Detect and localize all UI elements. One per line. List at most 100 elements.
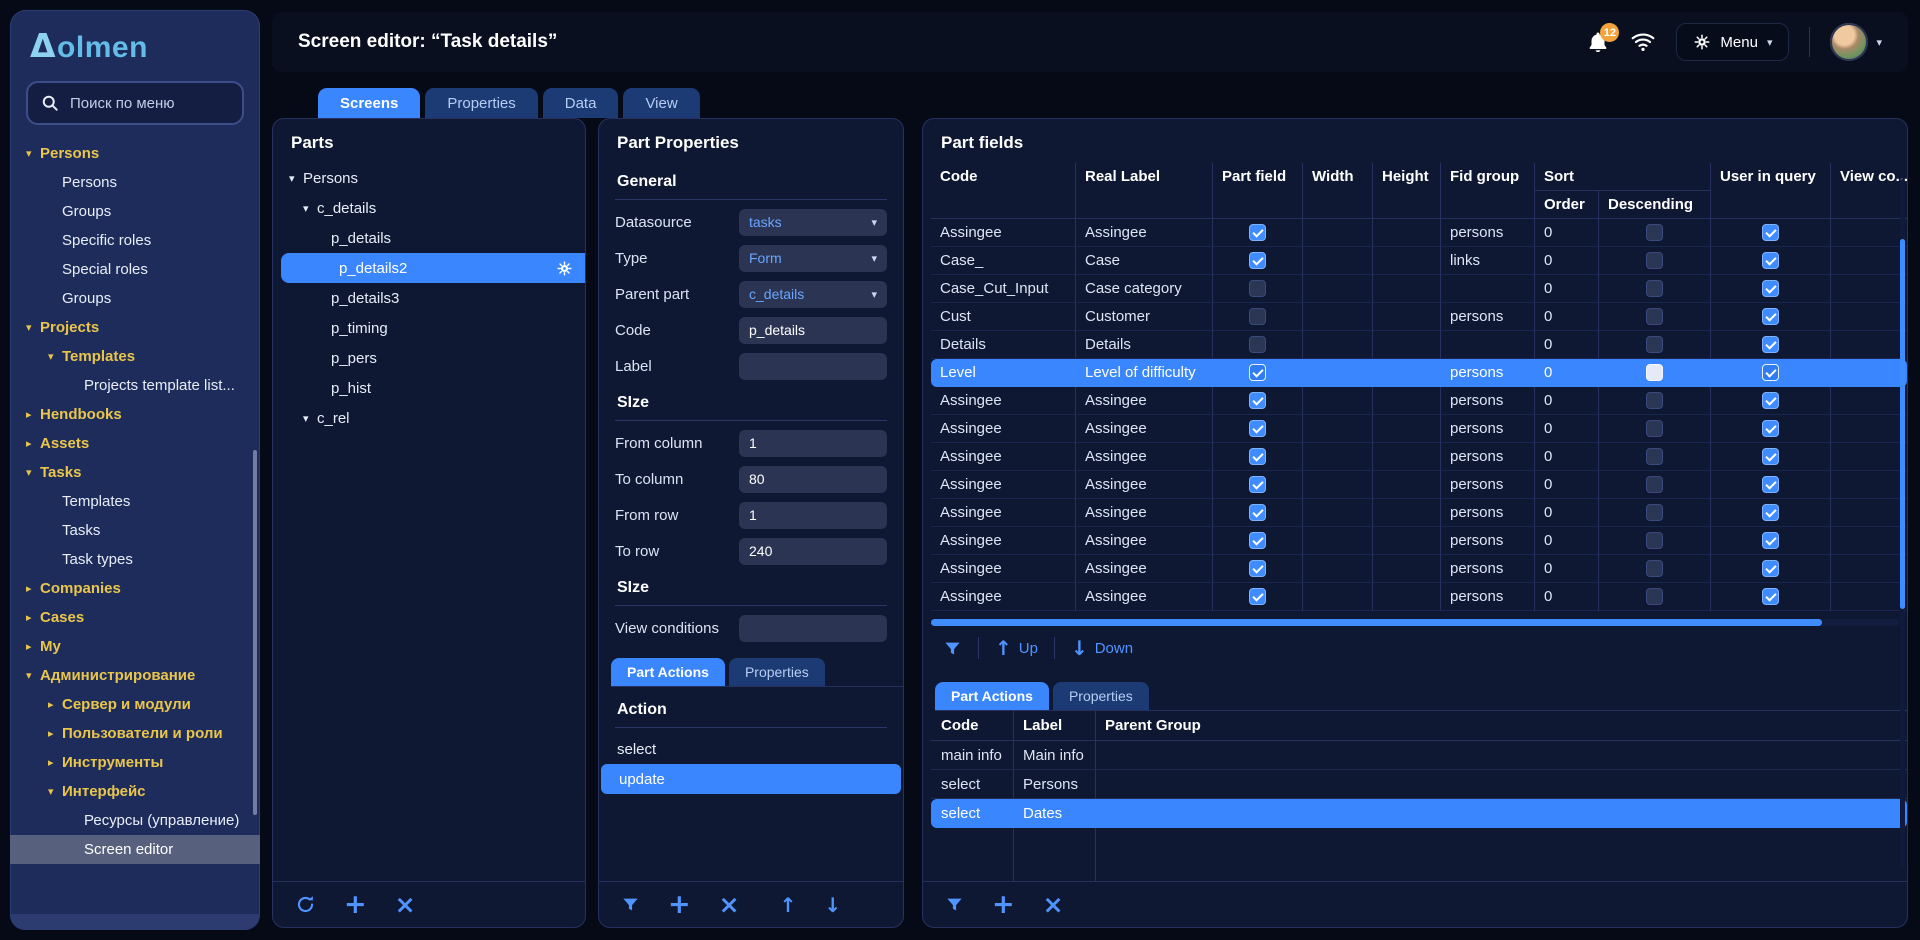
sidebar-item[interactable]: ▸ Инструменты (10, 748, 260, 777)
part-action-row[interactable]: select Persons (931, 770, 1907, 799)
descending-checkbox[interactable] (1646, 560, 1663, 578)
part-field-checkbox[interactable] (1249, 476, 1266, 494)
parts-tree-item[interactable]: ▾ c_details (273, 193, 585, 223)
refresh-icon[interactable] (295, 894, 316, 915)
parent-part-select[interactable]: c_details ▾ (739, 280, 887, 308)
descending-checkbox[interactable] (1646, 280, 1663, 298)
delete-icon[interactable]: × (719, 892, 740, 917)
descending-checkbox[interactable] (1646, 392, 1663, 410)
part-field-checkbox[interactable] (1249, 392, 1266, 410)
col-sort-order[interactable]: Order (1535, 191, 1599, 219)
view-conditions-input[interactable] (739, 614, 887, 642)
part-field-checkbox[interactable] (1249, 252, 1266, 270)
sidebar-item[interactable]: Task types (10, 545, 260, 574)
subtab[interactable]: Part Actions (611, 658, 725, 686)
subtab[interactable]: Properties (728, 658, 825, 686)
field-row[interactable]: Assingee Assingee persons 0 (931, 471, 1907, 499)
sidebar-item[interactable]: Specific roles (10, 226, 260, 255)
parts-tree-item[interactable]: p_details (273, 223, 585, 253)
sidebar-item[interactable]: ▸ My (10, 632, 260, 661)
label-input[interactable] (739, 352, 887, 380)
col-part-field[interactable]: Part field (1213, 163, 1303, 219)
user-in-query-checkbox[interactable] (1762, 252, 1779, 270)
parts-tree-item[interactable]: ▾ c_rel (273, 403, 585, 433)
sidebar-scrollbar[interactable] (253, 450, 257, 815)
filter-icon[interactable] (621, 895, 640, 914)
parts-tree-item[interactable]: p_hist (273, 373, 585, 403)
user-in-query-checkbox[interactable] (1762, 224, 1779, 242)
parts-tree-item[interactable]: p_pers (273, 343, 585, 373)
sidebar-item[interactable]: ▾ Templates (10, 342, 260, 371)
user-in-query-checkbox[interactable] (1762, 448, 1779, 466)
subtab[interactable]: Part Actions (935, 682, 1049, 710)
descending-checkbox[interactable] (1646, 420, 1663, 438)
col-user-in-query[interactable]: User in query (1711, 163, 1831, 219)
main-tab[interactable]: View (623, 88, 700, 118)
field-row[interactable]: Assingee Assingee persons 0 (931, 527, 1907, 555)
sidebar-item[interactable]: ▸ Cases (10, 603, 260, 632)
part-action-row[interactable]: main info Main info (931, 741, 1907, 770)
sidebar-item[interactable]: ▸ Companies (10, 574, 260, 603)
horizontal-scrollbar-thumb[interactable] (931, 619, 1822, 626)
user-in-query-checkbox[interactable] (1762, 504, 1779, 522)
field-row[interactable]: Assingee Assingee persons 0 (931, 387, 1907, 415)
sidebar-item[interactable]: ▾ Администрирование (10, 661, 260, 690)
user-in-query-checkbox[interactable] (1762, 476, 1779, 494)
col-height[interactable]: Height (1373, 163, 1441, 219)
vertical-scrollbar-thumb[interactable] (1900, 239, 1905, 609)
field-row[interactable]: Assingee Assingee persons 0 (931, 499, 1907, 527)
move-down-icon[interactable]: ↓ (824, 895, 841, 915)
col-action-code[interactable]: Code (931, 711, 1013, 741)
descending-checkbox[interactable] (1646, 504, 1663, 522)
delete-icon[interactable]: × (1043, 892, 1064, 917)
to-row-input[interactable] (739, 537, 887, 565)
col-fid-group[interactable]: Fid group (1441, 163, 1535, 219)
add-icon[interactable]: + (668, 891, 691, 918)
col-real-label[interactable]: Real Label (1076, 163, 1213, 219)
field-row[interactable]: Assingee Assingee persons 0 (931, 555, 1907, 583)
sidebar-item[interactable]: ▾ Tasks (10, 458, 260, 487)
user-in-query-checkbox[interactable] (1762, 336, 1779, 354)
datasource-select[interactable]: tasks ▾ (739, 208, 887, 236)
descending-checkbox[interactable] (1646, 252, 1663, 270)
sidebar-item[interactable]: Special roles (10, 255, 260, 284)
part-field-checkbox[interactable] (1249, 364, 1266, 382)
sidebar-item[interactable]: Templates (10, 487, 260, 516)
filter-icon[interactable] (945, 895, 964, 914)
part-field-checkbox[interactable] (1249, 448, 1266, 466)
user-in-query-checkbox[interactable] (1762, 364, 1779, 382)
action-item[interactable]: update (601, 764, 901, 794)
user-in-query-checkbox[interactable] (1762, 532, 1779, 550)
part-field-checkbox[interactable] (1249, 224, 1266, 242)
parts-tree-item[interactable]: ▾ Persons (273, 163, 585, 193)
from-row-input[interactable] (739, 501, 887, 529)
filter-icon[interactable] (943, 639, 962, 658)
field-row[interactable]: Case_Cut_Input Case category 0 (931, 275, 1907, 303)
move-up-button[interactable]: ↑ Up (995, 638, 1038, 658)
from-column-input[interactable] (739, 429, 887, 457)
sidebar-item[interactable]: ▾ Persons (10, 139, 260, 168)
user-in-query-checkbox[interactable] (1762, 588, 1779, 606)
add-icon[interactable]: + (992, 891, 1015, 918)
code-input[interactable] (739, 316, 887, 344)
col-view-conditions[interactable]: View co... (1831, 163, 1907, 219)
col-sort-descending[interactable]: Descending (1599, 191, 1711, 219)
menu-button[interactable]: Menu ▾ (1676, 23, 1790, 61)
field-row[interactable]: Details Details 0 (931, 331, 1907, 359)
descending-checkbox[interactable] (1646, 336, 1663, 354)
to-column-input[interactable] (739, 465, 887, 493)
col-sort[interactable]: Sort (1535, 163, 1711, 191)
descending-checkbox[interactable] (1646, 532, 1663, 550)
main-tab[interactable]: Screens (318, 88, 421, 118)
parts-tree-item[interactable]: p_details3 (273, 283, 585, 313)
user-in-query-checkbox[interactable] (1762, 308, 1779, 326)
sidebar-item[interactable]: ▾ Projects (10, 313, 260, 342)
main-tab[interactable]: Data (542, 88, 619, 118)
field-row[interactable]: Assingee Assingee persons 0 (931, 443, 1907, 471)
part-field-checkbox[interactable] (1249, 336, 1266, 354)
delete-icon[interactable]: × (395, 892, 416, 917)
part-field-checkbox[interactable] (1249, 420, 1266, 438)
user-in-query-checkbox[interactable] (1762, 560, 1779, 578)
add-icon[interactable]: + (344, 891, 367, 918)
gear-icon[interactable] (556, 260, 573, 277)
